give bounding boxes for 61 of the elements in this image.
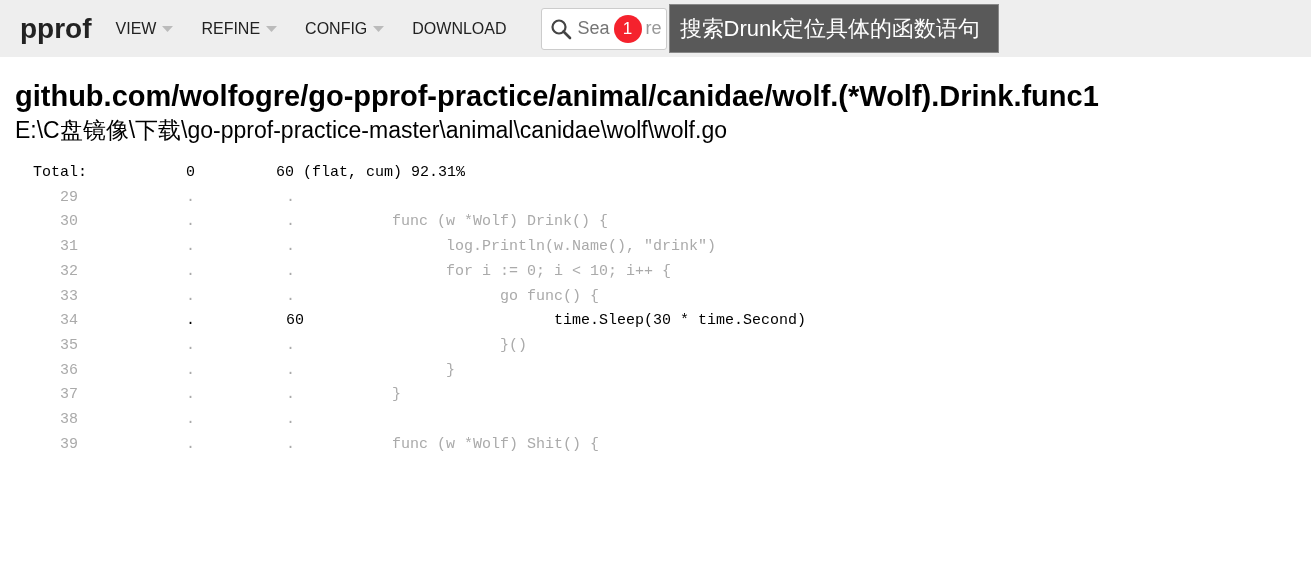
cum-value: . <box>286 410 295 428</box>
flat-value: . <box>186 188 195 206</box>
source-line: } <box>391 385 402 406</box>
cum-value: . <box>286 336 295 354</box>
cum-value: . <box>286 238 295 256</box>
cum-value: 60 <box>286 312 304 330</box>
source-line: go func() { <box>499 286 600 307</box>
flat-value: 0 <box>186 163 196 184</box>
cum-value: . <box>286 188 295 206</box>
cum-value: . <box>286 213 295 231</box>
caret-icon <box>266 25 278 32</box>
flat-value: . <box>186 435 195 453</box>
flat-value: . <box>186 262 195 280</box>
menu-dropdown[interactable]: REFINE <box>193 16 286 41</box>
cum-value: . <box>286 262 295 280</box>
cum-value: . <box>286 435 295 453</box>
flat-value: . <box>186 312 195 330</box>
cum-value: 60 <box>276 163 295 184</box>
caret-icon <box>162 25 174 32</box>
line-number: 31 <box>59 237 79 258</box>
line-number: 34 <box>59 311 79 332</box>
flat-value: . <box>186 336 195 354</box>
line-number: 33 <box>59 286 79 307</box>
line-number: 39 <box>59 434 79 455</box>
function-name: github.com/wolfogre/go-pprof-practice/animal/canidae/wolf.(*Wolf).Drink.func1 <box>15 79 1100 114</box>
cum-value: . <box>286 287 295 305</box>
source-line: }() <box>499 335 528 356</box>
menu-link[interactable]: DOWNLOAD <box>404 16 515 41</box>
line-number: 38 <box>59 409 79 430</box>
flat-value: . <box>186 287 195 305</box>
cum-value: . <box>286 361 295 379</box>
source-line: func (w *Wolf) Drink() { <box>391 212 609 233</box>
app-logo: pprof <box>20 11 92 46</box>
source-line: } <box>445 360 456 381</box>
placeholder-text: re <box>645 17 662 40</box>
total-label: Total: <box>33 163 87 184</box>
menu-dropdown[interactable]: CONFIG <box>297 16 393 41</box>
flat-value: . <box>186 361 195 379</box>
line-number: 35 <box>59 335 79 356</box>
search-icon <box>549 17 572 40</box>
menu-dropdown[interactable]: VIEW <box>107 16 182 41</box>
source-line: for i := 0; i < 10; i++ { <box>445 261 672 282</box>
source-line: time.Sleep(30 * time.Second) <box>553 311 807 332</box>
file-path: E:\C盘镜像\下载\go-pprof-practice-master\animal\canidae\wolf\wolf.go <box>15 115 728 145</box>
total-summary: (flat, cum) 92.31% <box>303 163 466 184</box>
line-number: 32 <box>59 261 79 282</box>
step-badge: 1 <box>613 14 642 43</box>
annotation-tooltip: 搜索Drunk定位具体的函数语句 <box>668 4 1000 53</box>
flat-value: . <box>186 410 195 428</box>
line-number: 30 <box>59 212 79 233</box>
source-line: func (w *Wolf) Shit() { <box>391 434 600 455</box>
line-number: 29 <box>59 187 79 208</box>
flat-value: . <box>186 213 195 231</box>
flat-value: . <box>186 386 195 404</box>
line-number: 36 <box>59 360 79 381</box>
cum-value: . <box>286 386 295 404</box>
flat-value: . <box>186 238 195 256</box>
line-number: 37 <box>59 385 79 406</box>
source-line: log.Println(w.Name(), "drink") <box>445 237 717 258</box>
search-field[interactable]: Sea 1 re <box>540 7 667 50</box>
caret-icon <box>373 25 385 32</box>
